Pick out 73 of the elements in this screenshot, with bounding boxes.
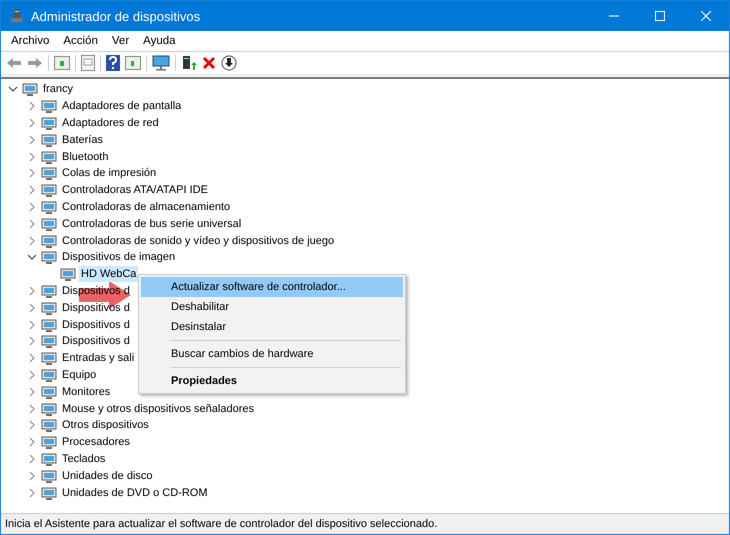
device-icon	[41, 232, 57, 249]
device-icon	[41, 114, 57, 131]
device-icon	[41, 468, 57, 484]
tree-item[interactable]: Mouse y otros dispositivos señaladores	[60, 400, 256, 417]
tree-item[interactable]: Teclados	[60, 450, 108, 467]
device-icon	[41, 366, 57, 383]
device-icon	[41, 165, 57, 182]
tree-item[interactable]: Unidades de disco	[60, 468, 155, 484]
context-menu-item[interactable]: Propiedades	[141, 371, 403, 391]
device-icon	[41, 400, 57, 417]
download-icon[interactable]	[221, 55, 237, 71]
tree-item[interactable]: Colas de impresión	[60, 165, 158, 182]
device-icon	[41, 182, 57, 198]
device-icon	[41, 300, 57, 316]
computer-icon	[9, 8, 25, 24]
device-icon	[41, 333, 57, 350]
monitor-icon[interactable]	[152, 55, 170, 71]
tree-item[interactable]: Procesadores	[60, 434, 132, 450]
tree-item[interactable]: Dispositivos de imagen	[60, 249, 178, 266]
tree-item[interactable]: Equipo	[60, 366, 98, 383]
window-title: Administrador de dispositivos	[31, 8, 200, 24]
forward-arrow-icon[interactable]	[27, 56, 43, 70]
device-icon	[41, 316, 57, 333]
device-icon	[41, 282, 57, 299]
device-icon	[41, 216, 57, 232]
tree-item[interactable]: Controladoras de bus serie universal	[60, 216, 244, 232]
context-menu-item[interactable]: Actualizar software de controlador...	[141, 277, 403, 297]
tree-item[interactable]: Entradas y sali	[60, 350, 136, 366]
menu-item[interactable]: Acción	[56, 35, 105, 47]
context-menu-item[interactable]: Deshabilitar	[141, 297, 403, 317]
tree-item[interactable]: Dispositivos d	[60, 333, 132, 350]
tree-item[interactable]: Bluetooth	[60, 148, 110, 165]
delete-icon[interactable]	[202, 56, 216, 70]
menu-item[interactable]: Ayuda	[136, 35, 183, 47]
device-icon	[41, 350, 57, 366]
back-arrow-icon[interactable]	[6, 56, 22, 70]
device-icon	[22, 81, 38, 98]
document-icon[interactable]	[81, 55, 95, 71]
device-icon	[41, 417, 57, 434]
device-icon	[41, 148, 57, 165]
tree-item[interactable]: Otros dispositivos	[60, 417, 151, 434]
tree-item[interactable]: HD WebCa	[79, 266, 138, 282]
menu-item[interactable]: Archivo	[4, 35, 56, 47]
panel-icon[interactable]	[125, 56, 141, 70]
tree-item[interactable]: Baterías	[60, 132, 105, 148]
context-menu-item[interactable]: Buscar cambios de hardware	[141, 344, 403, 364]
tree-item[interactable]: francy	[41, 81, 75, 98]
tree-item[interactable]: Monitores	[60, 384, 112, 400]
tree-item[interactable]: Dispositivos d	[60, 316, 132, 333]
device-icon	[41, 384, 57, 400]
device-icon	[60, 266, 76, 282]
menu-item[interactable]: Ver	[104, 35, 136, 47]
context-menu-item[interactable]: Desinstalar	[141, 317, 403, 337]
tree-item[interactable]: Controladoras ATA/ATAPI IDE	[60, 182, 210, 198]
tree-item[interactable]: Adaptadores de red	[60, 114, 161, 131]
panel-icon[interactable]	[54, 56, 70, 70]
tree-item[interactable]: Unidades de DVD o CD-ROM	[60, 484, 210, 501]
tree-item[interactable]: Dispositivos d	[60, 300, 132, 316]
maximize-icon	[655, 11, 665, 21]
tree-item[interactable]: Adaptadores de pantalla	[60, 98, 184, 114]
device-icon	[41, 484, 57, 501]
device-icon	[41, 98, 57, 114]
status-text: Inicia el Asistente para actualizar el software de controlador del dispositivo seleccionado.	[5, 518, 438, 530]
device-icon	[41, 132, 57, 148]
tree-item[interactable]: Controladoras de almacenamiento	[60, 198, 232, 215]
device-icon	[41, 249, 57, 266]
computer-icon[interactable]	[181, 55, 197, 71]
close-icon	[701, 11, 711, 21]
device-icon	[41, 434, 57, 450]
help-icon[interactable]	[106, 55, 120, 71]
device-icon	[41, 450, 57, 467]
tree-item[interactable]: Controladoras de sonido y vídeo y dispositivos de juego	[60, 232, 336, 249]
device-icon	[41, 198, 57, 215]
